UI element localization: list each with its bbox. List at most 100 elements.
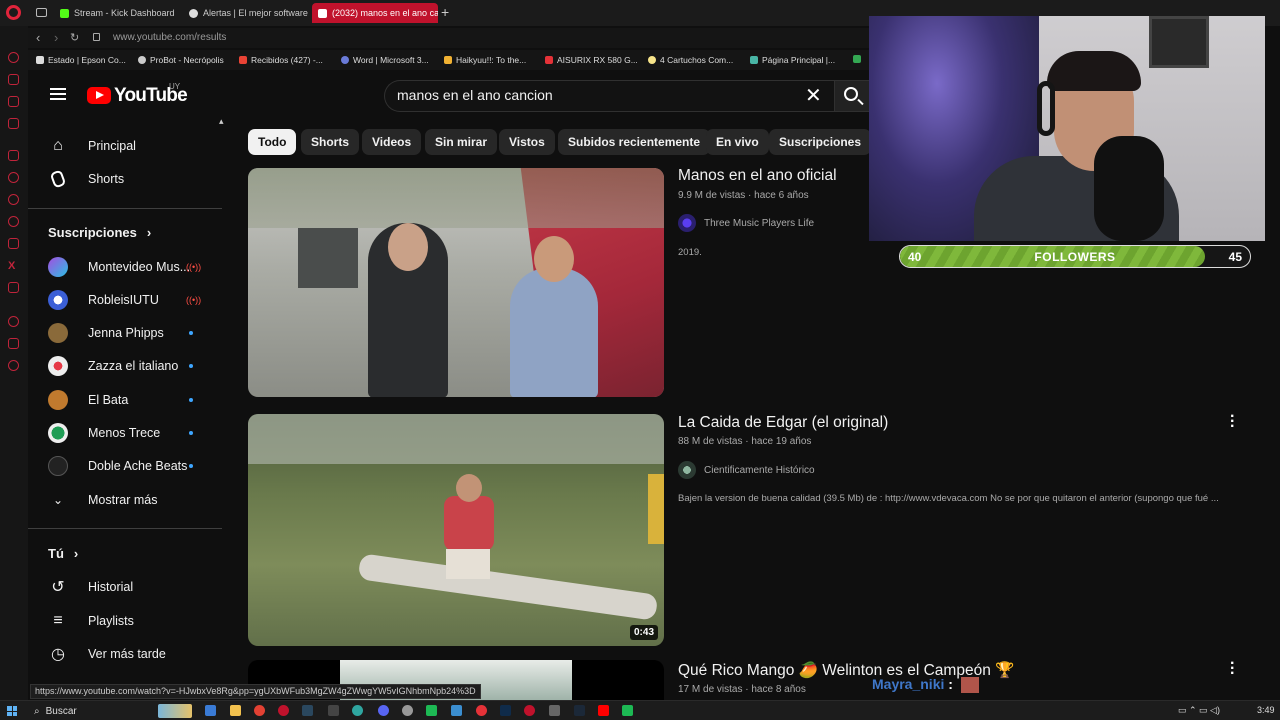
sidebar-item-playlists[interactable]: ≡ Playlists — [28, 604, 222, 638]
file-explorer-icon[interactable] — [230, 705, 241, 716]
sidebar-item-shorts[interactable]: Shorts — [28, 162, 222, 196]
followers-label: FOLLOWERS — [1034, 250, 1116, 264]
downloads-icon[interactable] — [8, 338, 19, 349]
show-more-button[interactable]: ⌄ Mostrar más — [28, 483, 222, 517]
search-box: ✕ — [384, 80, 834, 112]
bookmark-item[interactable]: 4 Cartuchos Com... — [648, 55, 733, 65]
sidebar-item-subscription[interactable]: RobleisIUTU ((•)) — [28, 283, 222, 317]
sidebar-item-subscription[interactable]: Montevideo Mus... ((•)) — [28, 250, 222, 284]
bookmark-item[interactable] — [853, 55, 861, 63]
video-title[interactable]: Manos en el ano oficial — [678, 167, 837, 185]
taskbar-app-icon[interactable] — [549, 705, 560, 716]
chip-shorts[interactable]: Shorts — [301, 129, 360, 155]
chrome-icon[interactable] — [254, 705, 265, 716]
sidebar-item-subscription[interactable]: Doble Ache Beats — [28, 449, 222, 483]
taskbar-app-icon[interactable] — [426, 705, 437, 716]
chevron-right-icon: › — [73, 546, 79, 561]
bookmark-item[interactable]: Recibidos (427) -... — [239, 55, 323, 65]
history-sidebar-icon[interactable] — [8, 316, 19, 327]
you-heading[interactable]: Tú › — [48, 546, 78, 561]
back-icon[interactable]: ‹ — [36, 30, 40, 45]
chip-subidos-recientemente[interactable]: Subidos recientemente — [558, 129, 711, 155]
aria-icon[interactable] — [8, 52, 19, 63]
chat-username: Mayra_niki — [872, 676, 945, 692]
settings-icon[interactable] — [8, 360, 19, 371]
bookmark-item[interactable]: AISURIX RX 580 G... — [545, 55, 638, 65]
new-tab-button[interactable]: + — [441, 4, 449, 20]
widgets-icon[interactable] — [158, 704, 192, 718]
messenger-icon[interactable] — [8, 172, 19, 183]
menu-icon[interactable] — [50, 88, 66, 100]
more-options-icon[interactable]: · · · — [1230, 409, 1235, 435]
chip-todo[interactable]: Todo — [248, 129, 297, 155]
channel-link[interactable]: Three Music Players Life — [678, 214, 814, 232]
steam-icon[interactable] — [302, 705, 313, 716]
tab-alertas[interactable]: Alertas | El mejor software — [183, 3, 311, 23]
bookmark-item[interactable]: Página Principal |... — [750, 55, 835, 65]
thumbnail-scene — [446, 549, 490, 579]
chip-vistos[interactable]: Vistos — [499, 129, 555, 155]
windows-start-icon[interactable] — [7, 706, 17, 716]
discord-icon[interactable] — [8, 282, 19, 293]
sidebar-item-principal[interactable]: ⌂ Principal — [28, 129, 222, 163]
tab-youtube[interactable]: (2032) manos en el ano ca — [312, 3, 438, 23]
alertas-icon — [189, 8, 198, 18]
taskbar-app-icon[interactable] — [622, 705, 633, 716]
twitch-icon[interactable] — [8, 150, 19, 161]
edge-icon[interactable] — [352, 705, 363, 716]
clear-search-icon[interactable]: ✕ — [805, 86, 822, 106]
url-field[interactable]: www.youtube.com/results — [113, 32, 226, 43]
chip-suscripciones[interactable]: Suscripciones — [769, 129, 872, 155]
youtube-logo-icon[interactable] — [87, 87, 111, 104]
whatsapp-icon[interactable] — [8, 194, 19, 205]
opera-icon[interactable] — [278, 705, 289, 716]
taskbar-clock[interactable]: 3:49 — [1257, 705, 1275, 715]
crypto-wallet-icon[interactable] — [8, 74, 19, 85]
sidebar-item-subscription[interactable]: Jenna Phipps — [28, 316, 222, 350]
bookmark-item[interactable]: ProBot - Necrópolis — [138, 55, 224, 65]
photoshop-icon[interactable] — [500, 705, 511, 716]
bookmark-item[interactable]: Haikyuu!!: To the... — [444, 55, 526, 65]
more-options-icon[interactable]: · · · — [1230, 656, 1235, 682]
bookmarks-bar: Estado | Epson Co... ProBot - Necrópolis… — [28, 50, 870, 70]
sidebar-item-watch-later[interactable]: ◷ Ver más tarde — [28, 637, 222, 671]
chip-videos[interactable]: Videos — [362, 129, 422, 155]
taskbar-app-icon[interactable] — [328, 705, 339, 716]
chip-en-vivo[interactable]: En vivo — [706, 129, 769, 155]
bookmark-item[interactable]: Word | Microsoft 3... — [341, 55, 429, 65]
sidebar-item-historial[interactable]: ↺ Historial — [28, 570, 222, 604]
channel-link[interactable]: Cientificamente Histórico — [678, 461, 815, 479]
video-thumbnail[interactable] — [248, 168, 664, 397]
chip-sin-mirar[interactable]: Sin mirar — [425, 129, 498, 155]
subscriptions-heading[interactable]: Suscripciones › — [48, 225, 151, 240]
search-button[interactable] — [834, 80, 870, 112]
sidebar-item-subscription[interactable]: El Bata — [28, 383, 222, 417]
steam-icon[interactable] — [574, 705, 585, 716]
taskbar-app-icon[interactable] — [476, 705, 487, 716]
bookmark-item[interactable]: Estado | Epson Co... — [36, 55, 126, 65]
ai-prompts-icon[interactable] — [8, 96, 19, 107]
telegram-icon[interactable] — [8, 216, 19, 227]
taskbar-app-icon[interactable] — [402, 705, 413, 716]
search-input[interactable] — [397, 87, 787, 103]
scroll-up-icon[interactable]: ▴ — [219, 116, 224, 127]
video-thumbnail[interactable]: 0:43 — [248, 414, 664, 646]
taskbar-app-icon[interactable] — [524, 705, 535, 716]
youtube-taskbar-icon[interactable] — [598, 705, 609, 716]
reload-icon[interactable]: ↻ — [70, 31, 79, 44]
tray-icons[interactable]: ▭ ⌃ ▭ ◁) — [1178, 705, 1220, 716]
forward-icon[interactable]: › — [54, 30, 58, 45]
taskbar-app-icon[interactable] — [378, 705, 389, 716]
opera-logo-icon[interactable] — [6, 5, 21, 20]
taskbar-app-icon[interactable] — [451, 705, 462, 716]
x-twitter-icon[interactable]: X — [8, 260, 19, 272]
workspaces-icon[interactable] — [36, 8, 47, 17]
sidebar-item-subscription[interactable]: Zazza el italiano — [28, 349, 222, 383]
sidebar-item-subscription[interactable]: Menos Trece — [28, 416, 222, 450]
video-title[interactable]: La Caida de Edgar (el original) — [678, 414, 888, 432]
copilot-icon[interactable] — [205, 705, 216, 716]
channel-avatar — [678, 214, 696, 232]
notes-icon[interactable] — [8, 118, 19, 129]
tab-kick-dashboard[interactable]: Stream - Kick Dashboard — [54, 3, 182, 23]
instagram-icon[interactable] — [8, 238, 19, 249]
